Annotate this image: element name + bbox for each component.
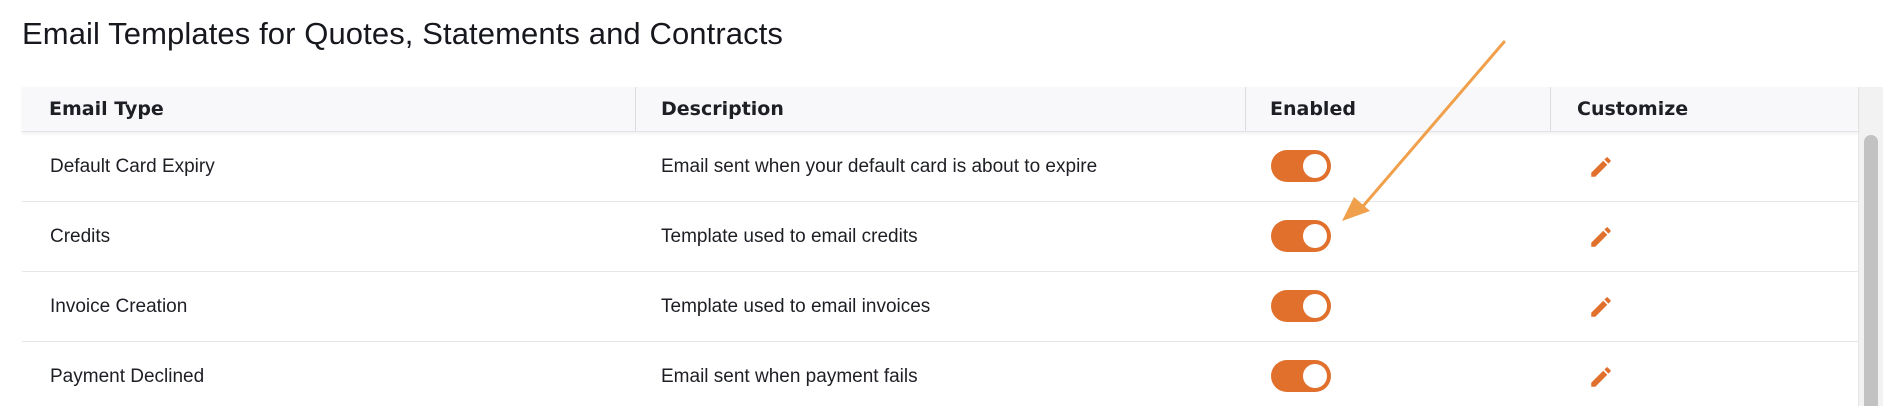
column-header-enabled[interactable]: Enabled [1245,87,1550,131]
pencil-icon[interactable] [1588,224,1614,250]
enabled-toggle[interactable] [1271,290,1331,322]
toggle-knob [1303,294,1327,318]
toggle-knob [1303,224,1327,248]
page-title: Email Templates for Quotes, Statements a… [22,16,784,51]
enabled-toggle[interactable] [1271,220,1331,252]
pencil-icon[interactable] [1588,154,1614,180]
enabled-toggle[interactable] [1271,150,1331,182]
description-cell: Template used to email credits [661,226,918,247]
scrollbar-thumb[interactable] [1864,135,1878,406]
table-row: Default Card Expiry Email sent when your… [22,132,1858,202]
toggle-knob [1303,154,1327,178]
table-row: Payment Declined Email sent when payment… [22,342,1858,406]
email-type-cell: Credits [50,226,111,247]
description-cell: Email sent when payment fails [661,366,918,387]
pencil-icon[interactable] [1588,364,1614,390]
email-templates-page: Email Templates for Quotes, Statements a… [0,0,1900,406]
vertical-scrollbar[interactable] [1858,87,1883,406]
description-cell: Email sent when your default card is abo… [661,156,1098,177]
email-type-cell: Payment Declined [50,366,205,387]
pencil-icon[interactable] [1588,294,1614,320]
table-row: Invoice Creation Template used to email … [22,272,1858,342]
enabled-toggle[interactable] [1271,360,1331,392]
email-type-cell: Invoice Creation [50,296,188,317]
description-cell: Template used to email invoices [661,296,931,317]
table-header: Email Type Description Enabled Customize [22,87,1858,132]
column-header-customize[interactable]: Customize [1550,87,1858,131]
table-body: Default Card Expiry Email sent when your… [22,132,1858,406]
column-header-email-type[interactable]: Email Type [22,87,635,131]
table-row: Credits Template used to email credits [22,202,1858,272]
email-type-cell: Default Card Expiry [50,156,215,177]
toggle-knob [1303,364,1327,388]
column-header-description[interactable]: Description [635,87,1245,131]
email-templates-table: Email Type Description Enabled Customize… [22,87,1858,406]
